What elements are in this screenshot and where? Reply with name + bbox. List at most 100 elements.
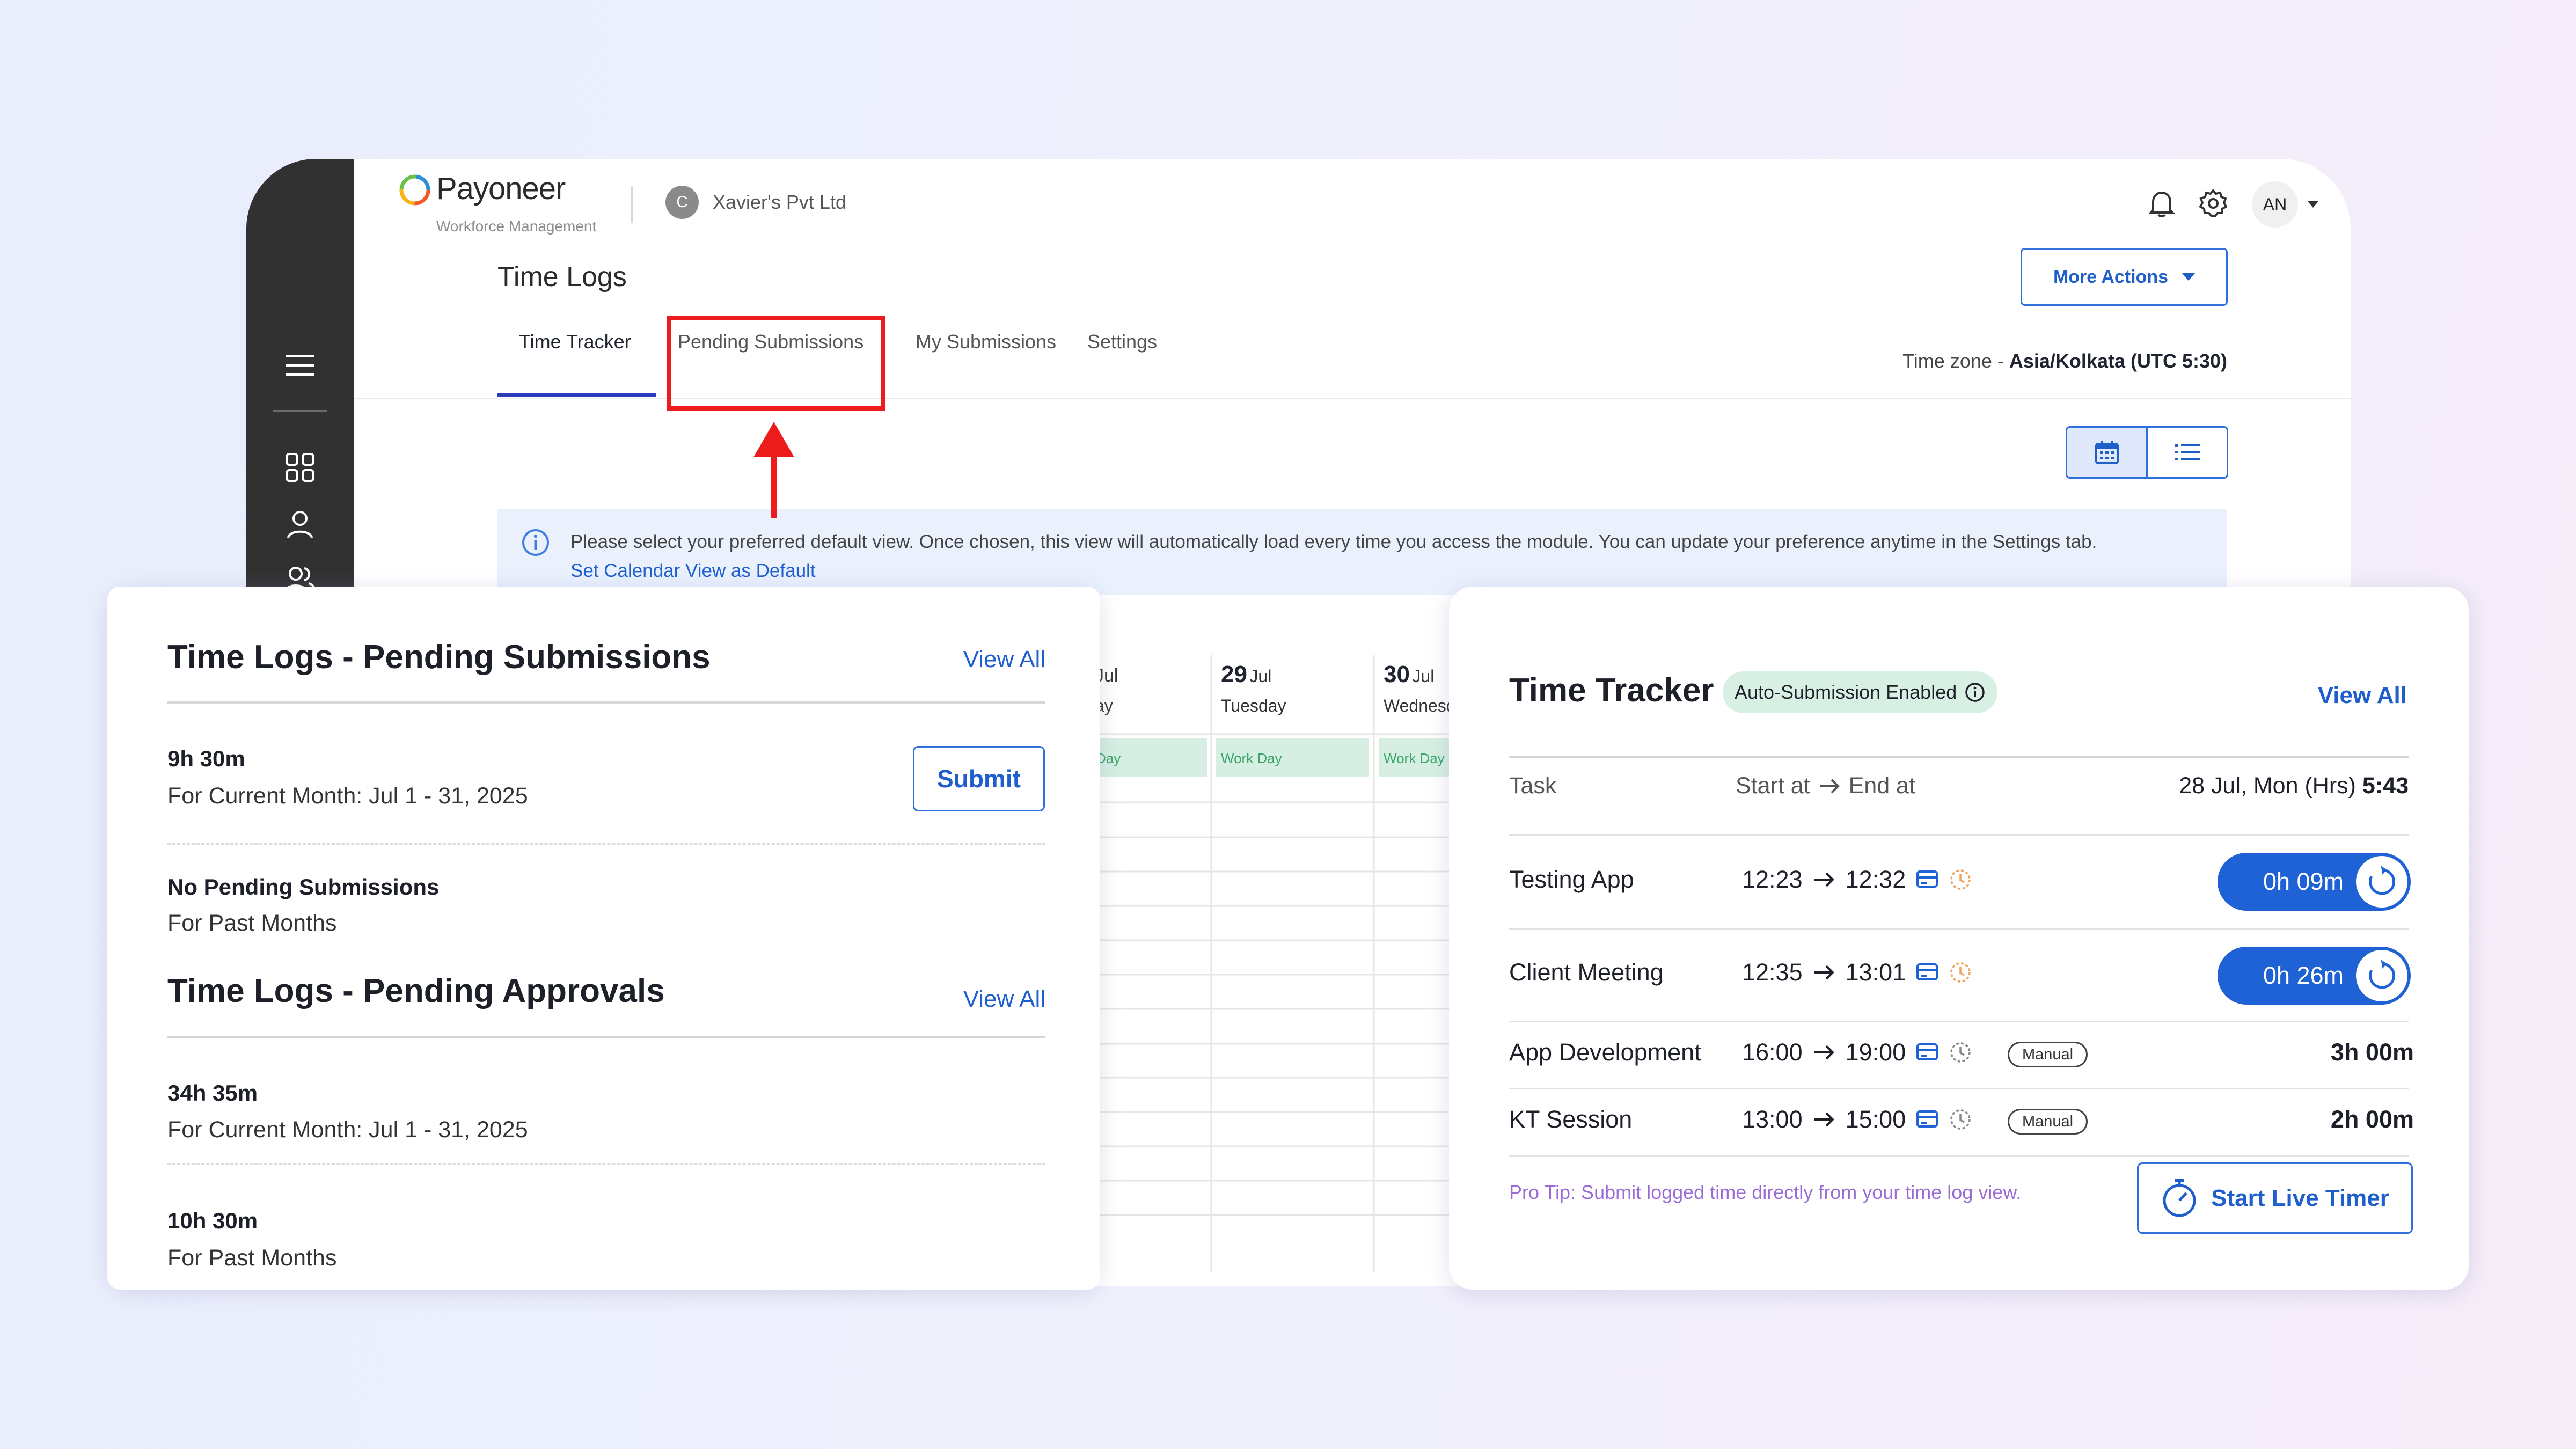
card-divider	[167, 1036, 1045, 1038]
refresh-icon[interactable]	[2356, 950, 2407, 1001]
table-row: Client Meeting 12:35 13:01 0h 26m	[1509, 930, 2414, 1021]
approvals-view-all-link[interactable]: View All	[963, 986, 1045, 1013]
time-tracker-card: Time Tracker Auto-Submission Enabled Vie…	[1449, 587, 2469, 1290]
start-live-timer-button[interactable]: Start Live Timer	[2137, 1162, 2413, 1234]
user-icon[interactable]	[270, 495, 330, 554]
running-timer-pill[interactable]: 0h 26m	[2218, 947, 2411, 1005]
time-range: 13:00 15:00	[1742, 1106, 1972, 1133]
bell-icon[interactable]	[2148, 189, 2175, 221]
calendar-tag-29: Work Day	[1221, 750, 1282, 766]
stopwatch-icon	[2163, 1179, 2196, 1217]
arrow-right-icon	[1819, 779, 1840, 793]
approvals-past-value: 10h 30m	[167, 1208, 258, 1233]
pro-tip: Pro Tip: Submit logged time directly fro…	[1509, 1181, 2022, 1203]
company-switcher[interactable]: C Xavier's Pvt Ltd	[665, 186, 846, 219]
billing-card-icon	[1916, 1110, 1938, 1128]
col-end-label: End at	[1848, 773, 1915, 799]
avatar: AN	[2252, 181, 2298, 228]
manual-badge: Manual	[2008, 1109, 2088, 1135]
calendar-day-30: 30 Jul	[1384, 661, 1435, 687]
submit-button[interactable]: Submit	[913, 746, 1045, 811]
info-icon[interactable]	[1964, 682, 1986, 703]
timezone-value: Asia/Kolkata (UTC 5:30)	[2009, 350, 2227, 372]
annotation-arrow-icon	[753, 422, 794, 518]
chevron-down-icon	[2182, 273, 2196, 281]
menu-icon[interactable]	[270, 336, 330, 395]
tab-my-submissions[interactable]: My Submissions	[916, 320, 1056, 364]
timezone: Time zone - Asia/Kolkata (UTC 5:30)	[1902, 350, 2227, 372]
duration: 2h 00m	[2331, 1106, 2414, 1133]
table-row: App Development 16:00 19:00 Manual 3h 00…	[1509, 1022, 2414, 1088]
duration-hours: 3h	[2330, 1038, 2359, 1066]
col-task-header: Task	[1509, 773, 1557, 799]
set-calendar-default-link[interactable]: Set Calendar View as Default	[570, 560, 816, 582]
arrow-right-icon	[1814, 1112, 1834, 1127]
auto-submission-badge: Auto-Submission Enabled	[1723, 671, 1998, 713]
pending-past-label: For Past Months	[167, 910, 337, 936]
pending-view-all-link[interactable]: View All	[963, 646, 1045, 673]
grid-icon[interactable]	[270, 438, 330, 497]
row-divider	[1509, 1155, 2409, 1157]
brand-subtitle: Workforce Management	[436, 218, 597, 235]
list-view-button[interactable]	[2148, 428, 2227, 477]
company-name: Xavier's Pvt Ltd	[713, 191, 846, 213]
user-menu[interactable]: AN	[2252, 181, 2318, 228]
info-text: Please select your preferred default vie…	[570, 531, 2097, 552]
table-row: Testing App 12:23 12:32 0h 09m	[1509, 836, 2414, 928]
calendar-day-29: 29 Jul	[1221, 661, 1272, 687]
timezone-label: Time zone -	[1902, 350, 2009, 372]
tabs-divider	[354, 398, 2351, 399]
tracker-card-body: Time Tracker Auto-Submission Enabled Vie…	[1470, 608, 2447, 1268]
end-time: 15:00	[1845, 1106, 1906, 1133]
list-icon	[2174, 444, 2200, 460]
sidebar-divider	[273, 410, 327, 412]
task-name: KT Session	[1509, 1106, 1633, 1133]
pending-current-value: 9h 30m	[167, 746, 245, 771]
start-time: 12:35	[1742, 958, 1803, 986]
calendar-tag-30: Work Day	[1384, 750, 1445, 766]
info-banner: Please select your preferred default vie…	[497, 509, 2227, 595]
header-divider	[631, 186, 633, 223]
refresh-icon[interactable]	[2356, 856, 2407, 908]
company-avatar: C	[665, 186, 699, 219]
more-actions-button[interactable]: More Actions	[2021, 248, 2228, 306]
chevron-down-icon	[2308, 201, 2318, 208]
col-date-label: 28 Jul, Mon (Hrs)	[2179, 773, 2356, 799]
task-name: App Development	[1509, 1038, 1701, 1066]
start-live-timer-label: Start Live Timer	[2211, 1184, 2389, 1211]
tab-settings[interactable]: Settings	[1087, 320, 1157, 364]
tracker-view-all-link[interactable]: View All	[2318, 682, 2407, 709]
calendar-view-button[interactable]	[2067, 428, 2148, 477]
live-timer-icon	[1950, 869, 1971, 890]
info-icon	[522, 529, 549, 556]
tracker-title: Time Tracker	[1509, 672, 1714, 709]
active-tab-indicator	[497, 393, 656, 397]
pending-current-label: For Current Month: Jul 1 - 31, 2025	[167, 783, 528, 809]
duration: 3h 00m	[2331, 1038, 2414, 1066]
calendar-dow-30: Wednesd	[1384, 696, 1456, 715]
time-range: 16:00 19:00	[1742, 1038, 1972, 1066]
running-timer-pill[interactable]: 0h 09m	[2218, 853, 2411, 911]
time-range: 12:35 13:01	[1742, 958, 1972, 986]
approvals-past-label: For Past Months	[167, 1245, 337, 1271]
view-toggle	[2066, 426, 2228, 479]
approvals-current-label: For Current Month: Jul 1 - 31, 2025	[167, 1117, 528, 1143]
col-start-label: Start at	[1736, 773, 1810, 799]
col-start-end-header: Start at End at	[1736, 773, 1915, 799]
card-divider	[167, 701, 1045, 704]
manual-timer-icon	[1950, 1042, 1971, 1063]
top-header: Payoneer Workforce Management C Xavier's…	[354, 159, 2351, 235]
end-time: 13:01	[1845, 958, 1906, 986]
gear-icon[interactable]	[2198, 188, 2228, 221]
page-title: Time Logs	[497, 261, 627, 292]
tab-time-tracker[interactable]: Time Tracker	[519, 320, 631, 364]
live-timer-icon	[1950, 962, 1971, 983]
dashed-divider	[167, 1163, 1045, 1165]
duration-hours: 2h	[2330, 1106, 2359, 1133]
brand-name: Payoneer	[436, 171, 566, 206]
card-divider	[1509, 756, 2409, 758]
pending-past-value: No Pending Submissions	[167, 874, 440, 899]
manual-badge: Manual	[2008, 1042, 2088, 1067]
pending-approvals-title: Time Logs - Pending Approvals	[167, 972, 665, 1009]
calendar-icon	[2095, 441, 2119, 464]
